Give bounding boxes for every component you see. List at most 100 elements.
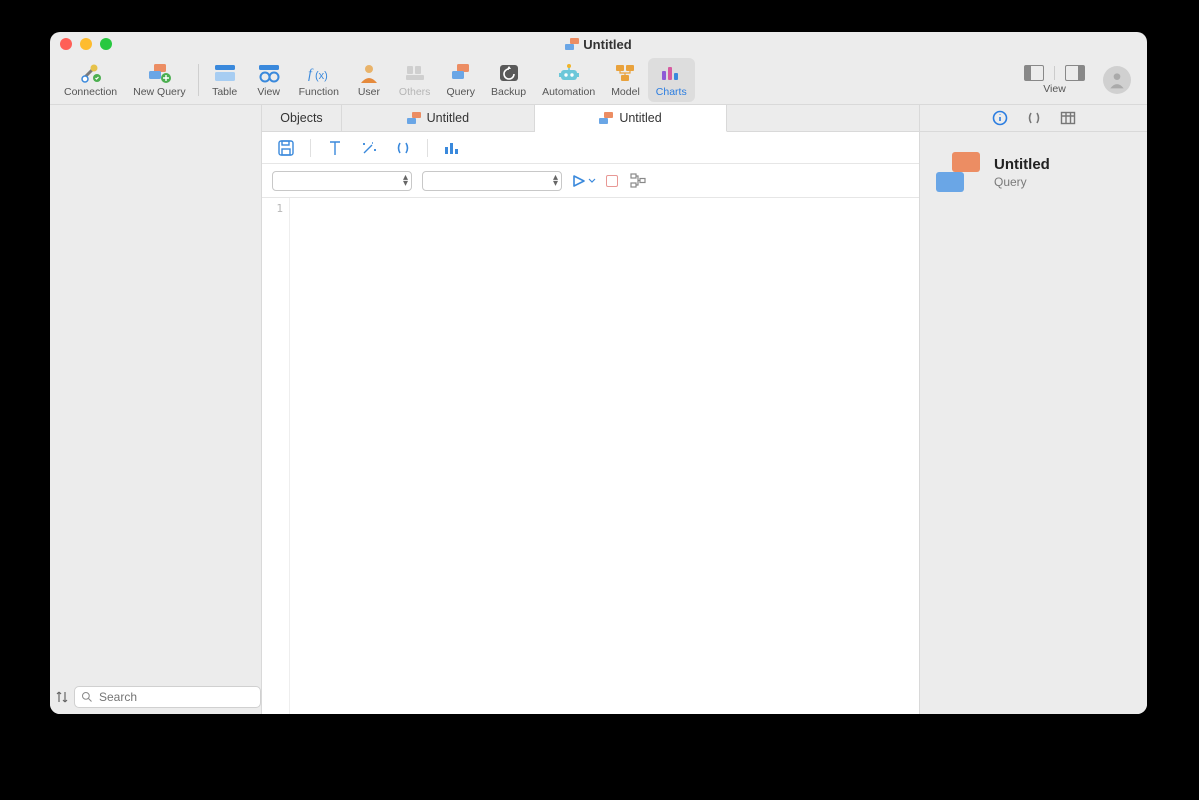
view-group-label: View (1043, 83, 1066, 95)
charts-label: Charts (656, 86, 687, 98)
window-title-text: Untitled (583, 37, 631, 52)
query-button[interactable]: Query (438, 58, 483, 102)
separator (310, 139, 311, 157)
object-title: Untitled (994, 156, 1050, 173)
function-button[interactable]: f(x) Function (291, 58, 347, 102)
app-window: Untitled Connection New Query Table (50, 32, 1147, 714)
object-info-panel: Untitled Query (920, 132, 1147, 212)
view-icon (255, 62, 283, 84)
minimize-window-button[interactable] (80, 38, 92, 50)
table-button[interactable]: Table (203, 58, 247, 102)
visualize-button[interactable] (442, 138, 462, 158)
svg-text:f: f (308, 67, 314, 82)
line-gutter: 1 (262, 198, 290, 714)
query-icon (565, 38, 579, 50)
line-number: 1 (262, 202, 283, 215)
user-label: User (358, 86, 380, 98)
ddl-tab[interactable] (1025, 109, 1043, 127)
connection-label: Connection (64, 86, 117, 98)
separator (427, 139, 428, 157)
view-separator (1054, 66, 1055, 80)
connection-tree[interactable] (50, 105, 261, 680)
model-label: Model (611, 86, 640, 98)
svg-text:(x): (x) (315, 70, 328, 82)
tab-untitled-2[interactable]: Untitled (535, 105, 728, 132)
query-large-icon (936, 152, 980, 192)
tab-untitled-1-label: Untitled (427, 111, 469, 125)
search-icon (81, 691, 93, 703)
save-button[interactable] (276, 138, 296, 158)
connection-icon (77, 62, 105, 84)
others-icon (401, 62, 429, 84)
run-button[interactable] (572, 174, 596, 188)
user-icon (355, 62, 383, 84)
search-field[interactable] (74, 686, 261, 708)
view-button[interactable]: View (247, 58, 291, 102)
query-editor: ▴▾ ▴▾ 1 (262, 132, 919, 714)
charts-button[interactable]: Charts (648, 58, 695, 102)
backup-label: Backup (491, 86, 526, 98)
tab-objects[interactable]: Objects (262, 105, 342, 131)
tab-untitled-1[interactable]: Untitled (342, 105, 535, 131)
code-completion-button[interactable] (393, 138, 413, 158)
editor-body: 1 (262, 198, 919, 714)
account-avatar[interactable] (1103, 66, 1131, 94)
stop-button[interactable] (606, 175, 618, 187)
zoom-window-button[interactable] (100, 38, 112, 50)
info-tab[interactable] (991, 109, 1009, 127)
others-label: Others (399, 86, 431, 98)
right-sidebar: Untitled Query (919, 105, 1147, 714)
database-select[interactable]: ▴▾ (422, 171, 562, 191)
format-button[interactable] (325, 138, 345, 158)
preview-tab[interactable] (1059, 109, 1077, 127)
connection-selector-bar: ▴▾ ▴▾ (262, 164, 919, 198)
user-button[interactable]: User (347, 58, 391, 102)
model-button[interactable]: Model (603, 58, 648, 102)
code-textarea[interactable] (290, 198, 919, 714)
view-panels-group: View (1016, 65, 1093, 95)
titlebar: Untitled (50, 32, 1147, 56)
query-toolbar-icon (447, 62, 475, 84)
backup-icon (495, 62, 523, 84)
query-icon (407, 112, 421, 124)
editor-toolbar (262, 132, 919, 164)
toolbar-separator (198, 64, 199, 96)
document-tabs: Objects Untitled Untitled (262, 105, 919, 132)
query-icon (599, 112, 613, 124)
function-icon: f(x) (305, 62, 333, 84)
object-type: Query (994, 175, 1050, 189)
view-label: View (257, 86, 280, 98)
function-label: Function (299, 86, 339, 98)
new-query-icon (145, 62, 173, 84)
tab-untitled-2-label: Untitled (619, 111, 661, 125)
left-sidebar (50, 105, 262, 714)
connection-button[interactable]: Connection (56, 58, 125, 102)
query-label: Query (446, 86, 475, 98)
backup-button[interactable]: Backup (483, 58, 534, 102)
connection-select[interactable]: ▴▾ (272, 171, 412, 191)
table-icon (211, 62, 239, 84)
center-area: Objects Untitled Untitled (262, 105, 919, 714)
sort-button[interactable] (56, 690, 68, 704)
tab-empty-area (727, 105, 919, 131)
model-icon (611, 62, 639, 84)
beautify-button[interactable] (359, 138, 379, 158)
close-window-button[interactable] (60, 38, 72, 50)
automation-button[interactable]: Automation (534, 58, 603, 102)
toggle-right-panel-button[interactable] (1065, 65, 1085, 81)
new-query-label: New Query (133, 86, 186, 98)
right-panel-tabs (920, 105, 1147, 132)
automation-label: Automation (542, 86, 595, 98)
automation-icon (555, 62, 583, 84)
table-label: Table (212, 86, 237, 98)
toggle-left-panel-button[interactable] (1024, 65, 1044, 81)
sidebar-bottom-bar (50, 680, 261, 714)
others-button[interactable]: Others (391, 58, 439, 102)
explain-button[interactable] (628, 171, 648, 191)
tab-objects-label: Objects (280, 111, 322, 125)
window-controls (60, 38, 112, 50)
new-query-button[interactable]: New Query (125, 58, 194, 102)
charts-icon (657, 62, 685, 84)
window-title: Untitled (50, 37, 1147, 52)
search-input[interactable] (99, 690, 254, 704)
